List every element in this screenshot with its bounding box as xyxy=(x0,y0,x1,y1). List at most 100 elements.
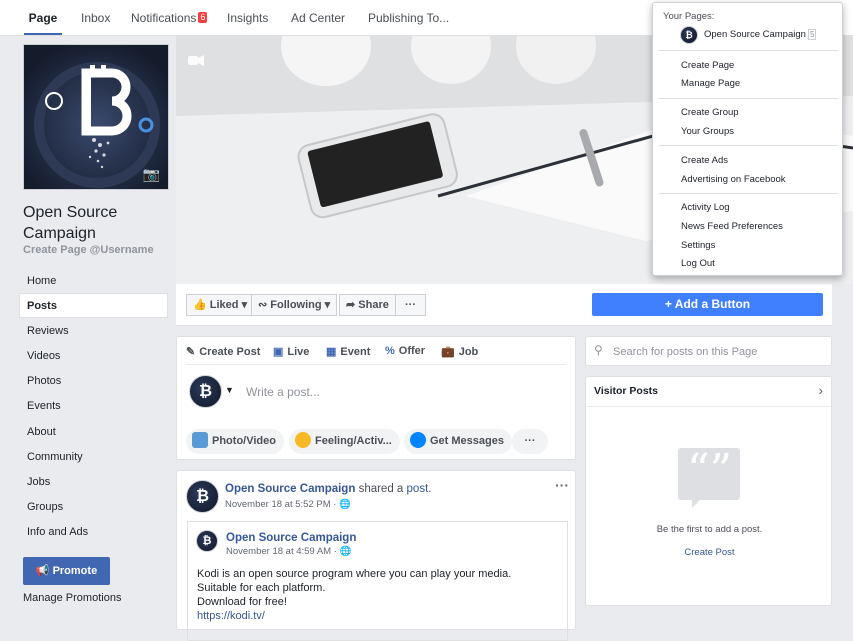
menu-create-page[interactable]: Create Page xyxy=(681,60,734,71)
add-a-button[interactable]: + Add a Button xyxy=(592,293,823,316)
sidebar-item-events[interactable]: Events xyxy=(19,393,168,418)
tab-live-label: Live xyxy=(287,346,310,358)
get-messages-label: Get Messages xyxy=(430,435,504,447)
tab-page[interactable]: Page xyxy=(24,0,62,35)
menu-manage-page[interactable]: Manage Page xyxy=(681,78,740,89)
more-options-button[interactable]: ··· xyxy=(395,294,426,316)
feeling-activity-label: Feeling/Activ... xyxy=(315,435,392,447)
tab-notifications[interactable]: Notifications 6 xyxy=(131,0,208,35)
page-title: Open Source Campaign xyxy=(23,204,118,242)
sidebar-item-info-and-ads[interactable]: Info and Ads xyxy=(19,519,168,544)
photo-icon xyxy=(192,432,208,448)
write-post-input[interactable]: Write a post... xyxy=(246,385,320,399)
tab-live[interactable]: ▣ Live xyxy=(273,345,309,358)
messenger-icon xyxy=(410,432,426,448)
tab-job[interactable]: 💼 Job xyxy=(441,345,478,358)
menu-divider xyxy=(659,50,838,51)
sidebar-menu: Home Posts Reviews Videos Photos Events … xyxy=(19,268,168,544)
post-options-button[interactable]: ··· xyxy=(555,477,569,493)
dropdown-page-item[interactable]: ₿ Open Source Campaign 5 xyxy=(680,24,838,46)
create-username-link[interactable]: Create Page @Username xyxy=(23,244,154,256)
menu-your-groups[interactable]: Your Groups xyxy=(681,126,734,137)
post-author-link[interactable]: Open Source Campaign xyxy=(225,483,355,495)
megaphone-icon: 📢 xyxy=(35,565,50,577)
sidebar-item-jobs[interactable]: Jobs xyxy=(19,469,168,494)
chevron-right-icon[interactable]: › xyxy=(818,382,823,398)
post-author-avatar[interactable]: ₿ xyxy=(186,480,219,513)
menu-log-out[interactable]: Log Out xyxy=(681,258,715,269)
globe-icon: 🌐 xyxy=(339,546,352,557)
menu-divider xyxy=(659,193,838,194)
tab-event-label: Event xyxy=(340,346,371,358)
tab-inbox[interactable]: Inbox xyxy=(81,0,110,35)
composer-avatar[interactable]: ₿ xyxy=(189,375,222,408)
shared-post-card[interactable]: ₿ Open Source Campaign November 18 at 4:… xyxy=(187,521,568,641)
notifications-badge: 6 xyxy=(198,12,208,23)
sidebar-item-photos[interactable]: Photos xyxy=(19,368,168,393)
tab-publishing-tools[interactable]: Publishing To... xyxy=(368,0,449,35)
tab-notifications-label: Notifications xyxy=(131,11,197,25)
tab-create-post[interactable]: ✎ Create Post xyxy=(186,345,260,358)
sidebar-item-community[interactable]: Community xyxy=(19,444,168,469)
promote-button[interactable]: 📢 Promote xyxy=(23,557,110,585)
feeling-activity-chip[interactable]: Feeling/Activ... xyxy=(289,429,400,454)
shared-post-line: Download for free! xyxy=(197,596,287,608)
get-messages-chip[interactable]: Get Messages xyxy=(404,429,512,454)
tab-event[interactable]: ▦ Event xyxy=(326,345,370,358)
menu-advertising-on-facebook[interactable]: Advertising on Facebook xyxy=(681,174,786,185)
tab-offer-label: Offer xyxy=(398,345,426,357)
menu-create-ads[interactable]: Create Ads xyxy=(681,155,728,166)
sidebar-item-reviews[interactable]: Reviews xyxy=(19,318,168,343)
liked-button[interactable]: 👍 Liked ▾ xyxy=(186,294,255,316)
more-chip[interactable]: ··· xyxy=(512,429,548,454)
shared-timestamp[interactable]: November 18 at 4:59 AM · 🌐 xyxy=(226,546,351,557)
account-dropdown-menu: Your Pages: ₿ Open Source Campaign 5 Cre… xyxy=(652,2,843,276)
camera-icon[interactable]: 📷 xyxy=(143,166,160,183)
menu-divider xyxy=(659,98,838,99)
shared-post-line: Kodi is an open source program where you… xyxy=(197,568,512,580)
quote-bubble-icon: “” xyxy=(678,448,740,500)
menu-activity-log[interactable]: Activity Log xyxy=(681,202,730,213)
plus-icon: + xyxy=(664,297,672,311)
page-avatar-icon: ₿ xyxy=(680,26,698,44)
menu-news-feed-preferences[interactable]: News Feed Preferences xyxy=(681,221,783,232)
bubble-tail xyxy=(692,500,700,508)
share-button[interactable]: ➦ Share xyxy=(339,294,396,316)
following-button[interactable]: ∾ Following ▾ xyxy=(251,294,338,316)
create-post-link[interactable]: Create Post xyxy=(586,547,833,558)
pencil-icon: ✎ xyxy=(186,346,196,358)
rss-icon: ∾ xyxy=(258,299,268,311)
photo-video-chip[interactable]: Photo/Video xyxy=(186,429,284,454)
search-input[interactable]: Search for posts on this Page xyxy=(613,346,757,358)
promote-label: Promote xyxy=(52,565,98,577)
globe-icon: 🌐 xyxy=(339,499,351,510)
shared-author-avatar[interactable]: ₿ xyxy=(196,530,218,552)
tab-insights[interactable]: Insights xyxy=(227,0,268,35)
following-label: Following xyxy=(270,299,322,311)
shared-time-label: November 18 at 4:59 AM xyxy=(226,546,332,557)
shared-author-link[interactable]: Open Source Campaign xyxy=(226,532,356,544)
tab-ad-center[interactable]: Ad Center xyxy=(291,0,345,35)
tab-offer[interactable]: % Offer xyxy=(385,345,425,357)
share-label: Share xyxy=(358,299,389,311)
sidebar-item-posts[interactable]: Posts xyxy=(19,293,168,319)
visitor-posts-title[interactable]: Visitor Posts xyxy=(594,385,658,397)
tab-create-post-label: Create Post xyxy=(199,346,261,358)
sidebar-item-groups[interactable]: Groups xyxy=(19,494,168,519)
sidebar-item-home[interactable]: Home xyxy=(19,268,168,293)
menu-divider xyxy=(659,145,838,146)
sidebar-item-about[interactable]: About xyxy=(19,419,168,444)
menu-create-group[interactable]: Create Group xyxy=(681,107,739,118)
empty-state-text: Be the first to add a post. xyxy=(656,524,763,535)
post-header: Open Source Campaign shared a post. xyxy=(225,483,431,495)
profile-picture[interactable]: 📷 xyxy=(23,44,169,190)
page-post-search[interactable]: ⚲ Search for posts on this Page xyxy=(585,336,832,366)
post-timestamp[interactable]: November 18 at 5:52 PM · 🌐 xyxy=(225,499,351,510)
live-video-icon: ▣ xyxy=(273,346,284,358)
menu-settings[interactable]: Settings xyxy=(681,240,715,251)
post-action-text: shared a xyxy=(358,483,404,495)
sidebar-item-videos[interactable]: Videos xyxy=(19,343,168,368)
caret-down-icon[interactable]: ▼ xyxy=(225,385,234,395)
manage-promotions-link[interactable]: Manage Promotions xyxy=(23,592,121,604)
post-shared-link[interactable]: post. xyxy=(407,483,432,495)
